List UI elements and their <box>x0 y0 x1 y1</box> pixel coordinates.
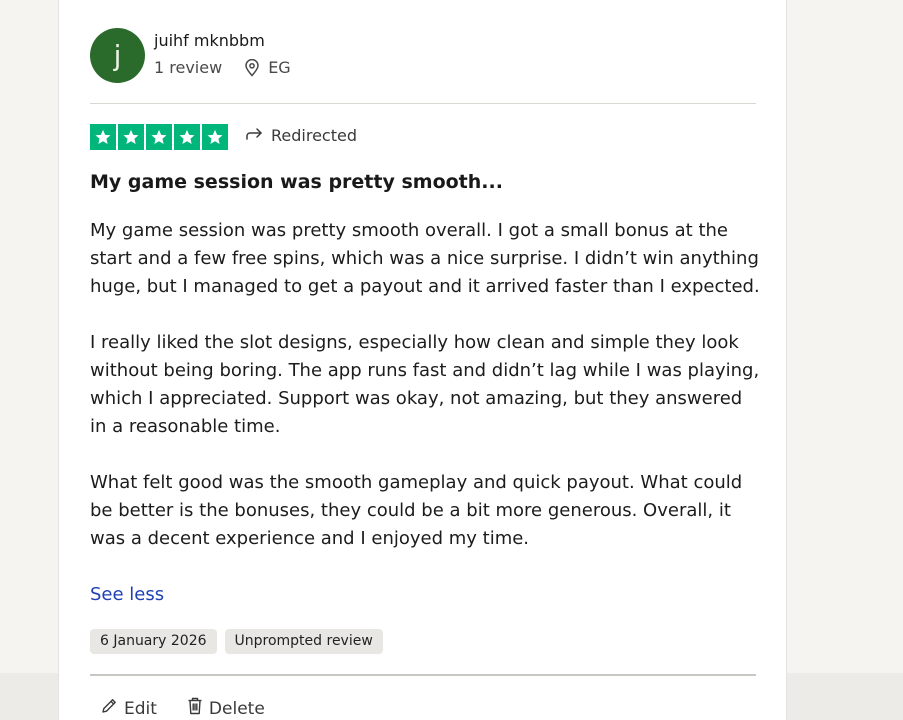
review-page: j juihf mknbbm 1 review EG Redirected My… <box>0 0 903 720</box>
review-card: j juihf mknbbm 1 review EG Redirected My… <box>58 0 787 720</box>
review-title: My game session was pretty smooth... <box>90 171 503 193</box>
review-tags: 6 January 2026 Unprompted review <box>90 629 383 654</box>
delete-button[interactable]: Delete <box>187 697 265 720</box>
star-icon <box>146 124 172 150</box>
actions-divider <box>90 674 756 676</box>
star-icon <box>174 124 200 150</box>
review-paragraph: My game session was pretty smooth overal… <box>90 220 760 297</box>
star-icon <box>118 124 144 150</box>
avatar-initial: j <box>113 39 122 72</box>
pencil-icon <box>100 697 118 720</box>
consumer-name[interactable]: juihf mknbbm <box>154 31 265 50</box>
review-body: My game session was pretty smooth overal… <box>90 217 762 553</box>
redirect-arrow-icon <box>245 126 263 145</box>
redirected-text: Redirected <box>271 126 357 145</box>
review-actions: Edit Delete <box>100 697 265 720</box>
review-date-badge: 6 January 2026 <box>90 629 217 654</box>
review-card-content: j juihf mknbbm 1 review EG Redirected My… <box>90 0 760 720</box>
location-pin-icon <box>244 58 260 77</box>
edit-label: Edit <box>124 698 157 719</box>
edit-button[interactable]: Edit <box>100 697 157 720</box>
header-divider <box>90 103 756 104</box>
see-less-link[interactable]: See less <box>90 581 164 609</box>
consumer-meta: 1 review EG <box>154 58 291 77</box>
redirected-label: Redirected <box>245 126 357 145</box>
consumer-location: EG <box>244 58 291 77</box>
review-type-badge[interactable]: Unprompted review <box>224 629 383 654</box>
star-icon <box>90 124 116 150</box>
review-count: 1 review <box>154 58 223 77</box>
avatar[interactable]: j <box>90 28 145 83</box>
star-icon <box>202 124 228 150</box>
review-paragraph: I really liked the slot designs, especia… <box>90 332 760 437</box>
review-paragraph: What felt good was the smooth gameplay a… <box>90 472 743 549</box>
delete-label: Delete <box>208 698 265 719</box>
location-country: EG <box>268 58 291 77</box>
star-rating <box>90 124 228 150</box>
trash-icon <box>187 697 203 720</box>
